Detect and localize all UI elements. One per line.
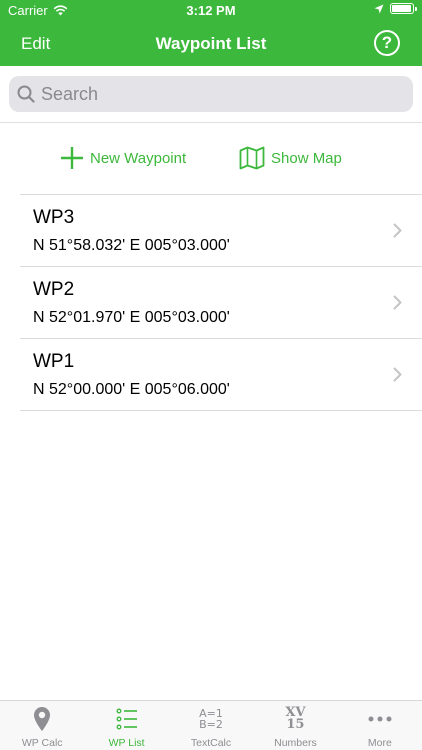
- status-time: 3:12 PM: [186, 3, 236, 18]
- new-waypoint-label: New Waypoint: [90, 149, 187, 167]
- search-bar: [0, 66, 422, 123]
- tab-numbers[interactable]: XV 15 Numbers: [253, 701, 337, 750]
- list-actions: New Waypoint Show Map: [0, 124, 422, 194]
- map-icon: [239, 146, 265, 170]
- tab-label: More: [367, 737, 392, 749]
- tab-label: TextCalc: [190, 737, 232, 749]
- tab-label: Numbers: [274, 737, 317, 749]
- text-calc-glyph: B=2: [199, 718, 223, 731]
- page-title: Waypoint List: [155, 34, 267, 53]
- header: Carrier 3:12 PM Edit Waypoint List ?: [0, 0, 422, 66]
- waypoint-list: WP3 N 51°58.032' E 005°03.000' WP2 N 52°…: [20, 194, 422, 411]
- more-icon: [368, 716, 392, 722]
- new-waypoint-button[interactable]: New Waypoint: [60, 146, 186, 170]
- show-map-button[interactable]: Show Map: [239, 146, 342, 170]
- roman-numerals-icon: XV 15: [253, 705, 337, 733]
- tab-more[interactable]: More: [338, 701, 422, 750]
- waypoint-coords: N 52°00.000' E 005°06.000': [33, 381, 230, 398]
- text-calc-icon: A=1 B=2: [169, 705, 253, 733]
- numbers-glyph: 15: [286, 717, 305, 732]
- waypoint-coords: N 51°58.032' E 005°03.000': [33, 237, 230, 254]
- waypoint-name: WP3: [33, 207, 75, 228]
- chevron-right-icon: [393, 223, 402, 238]
- waypoint-name: WP2: [33, 279, 75, 300]
- tab-wp-list[interactable]: WP List: [84, 701, 168, 750]
- tab-text-calc[interactable]: A=1 B=2 TextCalc: [169, 701, 253, 750]
- waypoint-row[interactable]: WP3 N 51°58.032' E 005°03.000': [20, 195, 422, 267]
- waypoint-coords: N 52°01.970' E 005°03.000': [33, 309, 230, 326]
- location-arrow-icon: [374, 4, 384, 13]
- nav-bar: Edit Waypoint List ?: [0, 22, 422, 66]
- show-map-label: Show Map: [271, 149, 342, 167]
- battery-fill: [392, 5, 411, 12]
- help-button[interactable]: ?: [374, 30, 400, 56]
- search-icon: [17, 85, 35, 103]
- battery-icon: [390, 3, 417, 14]
- tab-label: WP List: [108, 737, 145, 749]
- search-input[interactable]: [41, 83, 401, 105]
- list-icon: [116, 708, 137, 730]
- tab-wp-calc[interactable]: WP Calc: [0, 701, 84, 750]
- status-right: [374, 3, 417, 14]
- plus-icon: [61, 147, 83, 169]
- search-field[interactable]: [9, 76, 413, 112]
- status-bar: Carrier 3:12 PM: [0, 0, 422, 22]
- chevron-right-icon: [393, 295, 402, 310]
- location-pin-icon: [34, 707, 51, 731]
- waypoint-row[interactable]: WP1 N 52°00.000' E 005°06.000': [20, 339, 422, 411]
- chevron-right-icon: [393, 367, 402, 382]
- tab-bar: WP Calc WP List A=1 B=2 TextCalc XV 15 N…: [0, 700, 422, 750]
- waypoint-row[interactable]: WP2 N 52°01.970' E 005°03.000': [20, 267, 422, 339]
- tab-label: WP Calc: [21, 737, 63, 749]
- waypoint-name: WP1: [33, 351, 75, 372]
